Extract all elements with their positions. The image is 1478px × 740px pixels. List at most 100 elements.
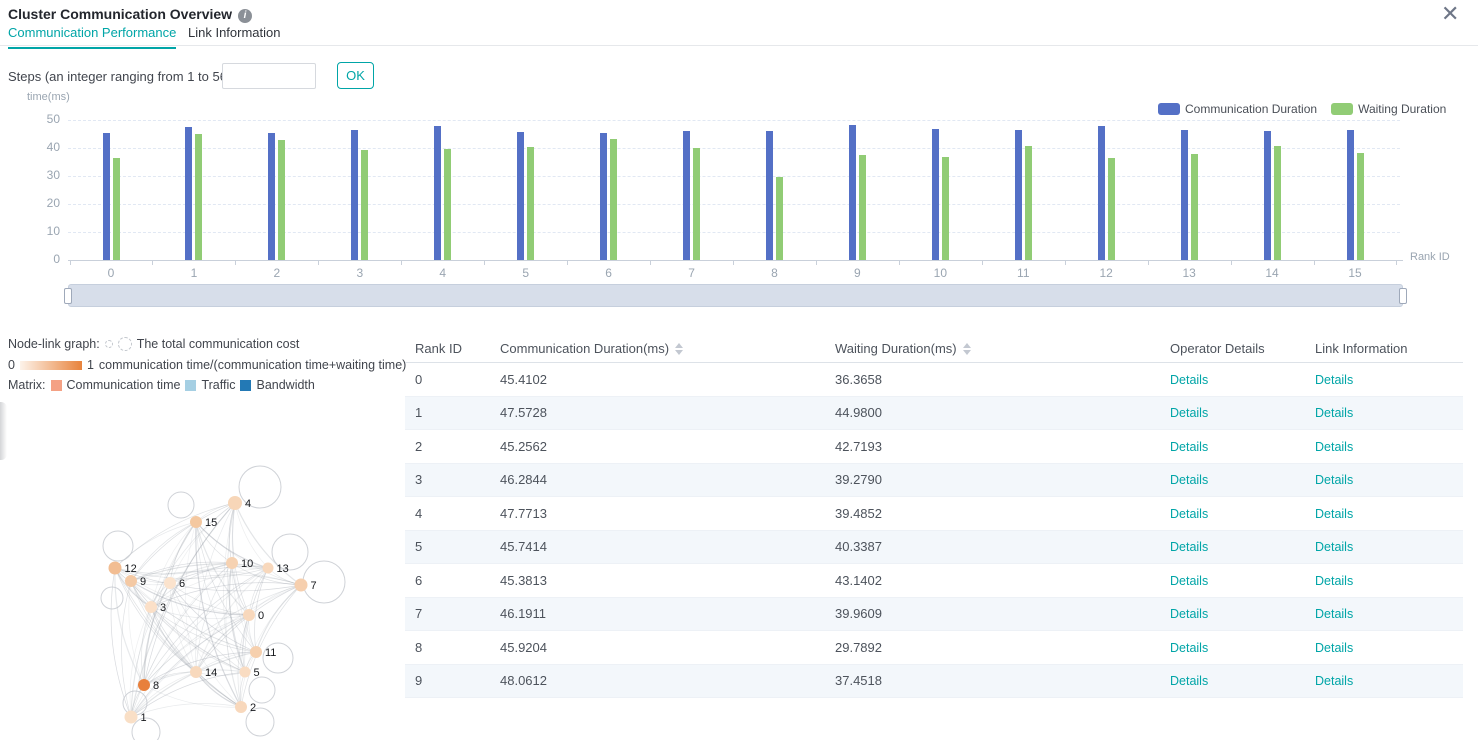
cell-rank-id: 6: [405, 573, 500, 588]
operator-details-link: Details: [1170, 539, 1315, 554]
graph-node-1[interactable]: [125, 711, 138, 724]
bar-wait-rank-6[interactable]: [610, 139, 617, 260]
graph-node-15[interactable]: [190, 516, 202, 528]
graph-edge-7-14: [196, 585, 301, 672]
bar-wait-rank-2[interactable]: [278, 140, 285, 260]
info-icon[interactable]: i: [238, 9, 252, 23]
operator-details-link[interactable]: Details: [1170, 507, 1208, 521]
operator-details-link[interactable]: Details: [1170, 607, 1208, 621]
bar-wait-rank-3[interactable]: [361, 150, 368, 260]
bar-comm-rank-4[interactable]: [434, 126, 441, 260]
sort-communication-duration-icon[interactable]: [675, 343, 683, 355]
bar-wait-rank-10[interactable]: [942, 157, 949, 260]
bar-comm-rank-12[interactable]: [1098, 126, 1105, 260]
bar-comm-rank-2[interactable]: [268, 133, 275, 260]
graph-node-9[interactable]: [125, 575, 137, 587]
bar-comm-rank-15[interactable]: [1347, 130, 1354, 260]
graph-node-11[interactable]: [250, 646, 262, 658]
bar-wait-rank-1[interactable]: [195, 134, 202, 260]
link-information-link[interactable]: Details: [1315, 540, 1353, 554]
graph-node-2[interactable]: [235, 701, 247, 713]
bar-comm-rank-9[interactable]: [849, 125, 856, 260]
operator-details-link[interactable]: Details: [1170, 540, 1208, 554]
graph-node-5[interactable]: [240, 667, 251, 678]
x-tick-rank-12: 12: [1100, 266, 1113, 280]
matrix-swatch-2: [240, 380, 251, 391]
bar-wait-rank-0[interactable]: [113, 158, 120, 260]
graph-edge-7-2: [241, 585, 301, 707]
bar-wait-rank-12[interactable]: [1108, 158, 1115, 260]
bar-wait-rank-5[interactable]: [527, 147, 534, 260]
graph-node-3[interactable]: [145, 601, 157, 613]
operator-details-link: Details: [1170, 372, 1315, 387]
x-axis-line: [68, 260, 1403, 261]
link-information-link[interactable]: Details: [1315, 607, 1353, 621]
gradient-min-label: 0: [8, 358, 15, 372]
bar-comm-rank-1[interactable]: [185, 127, 192, 260]
link-information-link[interactable]: Details: [1315, 406, 1353, 420]
communication-bar-chart[interactable]: 010203040500123456789101112131415: [0, 90, 1478, 280]
graph-node-12[interactable]: [109, 562, 122, 575]
bar-wait-rank-14[interactable]: [1274, 146, 1281, 260]
graph-node-13[interactable]: [263, 563, 274, 574]
link-information-link[interactable]: Details: [1315, 440, 1353, 454]
operator-details-link[interactable]: Details: [1170, 406, 1208, 420]
datazoom-left-handle[interactable]: [64, 288, 72, 304]
x-axis-name: Rank ID: [1410, 251, 1450, 263]
graph-node-0[interactable]: [243, 609, 255, 621]
link-information-link[interactable]: Details: [1315, 473, 1353, 487]
operator-details-link: Details: [1170, 640, 1315, 655]
link-information-link[interactable]: Details: [1315, 674, 1353, 688]
steps-input[interactable]: [222, 63, 316, 89]
chart-datazoom-slider[interactable]: [68, 284, 1403, 307]
graph-node-6[interactable]: [164, 577, 176, 589]
link-information-link[interactable]: Details: [1315, 574, 1353, 588]
operator-details-link[interactable]: Details: [1170, 574, 1208, 588]
node-link-graph[interactable]: 4151210137963011145821: [88, 460, 348, 740]
graph-node-10[interactable]: [226, 557, 238, 569]
bar-wait-rank-13[interactable]: [1191, 154, 1198, 260]
link-information-link[interactable]: Details: [1315, 507, 1353, 521]
bar-comm-rank-6[interactable]: [600, 133, 607, 260]
link-information-link[interactable]: Details: [1315, 373, 1353, 387]
bar-wait-rank-4[interactable]: [444, 149, 451, 260]
tab-link-information[interactable]: Link Information: [188, 25, 281, 47]
graph-node-14[interactable]: [190, 666, 202, 678]
x-axis-tick: [401, 260, 402, 265]
bar-wait-rank-11[interactable]: [1025, 146, 1032, 260]
bar-comm-rank-3[interactable]: [351, 130, 358, 260]
bar-wait-rank-15[interactable]: [1357, 153, 1364, 260]
sort-waiting-duration-icon[interactable]: [963, 343, 971, 355]
ok-button[interactable]: OK: [337, 62, 374, 89]
large-node-circle-icon: [118, 337, 132, 351]
graph-node-4[interactable]: [228, 496, 242, 510]
close-icon[interactable]: ✕: [1441, 3, 1459, 25]
col-rank-id: Rank ID: [405, 341, 500, 356]
bar-comm-rank-7[interactable]: [683, 131, 690, 260]
operator-details-link[interactable]: Details: [1170, 473, 1208, 487]
bar-comm-rank-10[interactable]: [932, 129, 939, 260]
bar-comm-rank-13[interactable]: [1181, 130, 1188, 260]
operator-details-link[interactable]: Details: [1170, 440, 1208, 454]
bar-comm-rank-14[interactable]: [1264, 131, 1271, 260]
datazoom-right-handle[interactable]: [1399, 288, 1407, 304]
cell-waiting-duration: 39.2790: [835, 472, 1170, 487]
link-information-link[interactable]: Details: [1315, 641, 1353, 655]
x-tick-rank-5: 5: [522, 266, 529, 280]
graph-node-8[interactable]: [138, 679, 150, 691]
operator-details-link[interactable]: Details: [1170, 674, 1208, 688]
graph-node-label-15: 15: [205, 517, 217, 529]
bar-comm-rank-11[interactable]: [1015, 130, 1022, 260]
bar-comm-rank-0[interactable]: [103, 133, 110, 260]
operator-details-link: Details: [1170, 573, 1315, 588]
operator-details-link[interactable]: Details: [1170, 641, 1208, 655]
graph-node-7[interactable]: [295, 579, 308, 592]
bar-wait-rank-8[interactable]: [776, 177, 783, 260]
x-axis-tick: [1314, 260, 1315, 265]
bar-wait-rank-7[interactable]: [693, 148, 700, 260]
bar-comm-rank-5[interactable]: [517, 132, 524, 260]
bar-comm-rank-8[interactable]: [766, 131, 773, 260]
tab-communication-performance[interactable]: Communication Performance: [8, 25, 176, 49]
bar-wait-rank-9[interactable]: [859, 155, 866, 260]
operator-details-link[interactable]: Details: [1170, 373, 1208, 387]
